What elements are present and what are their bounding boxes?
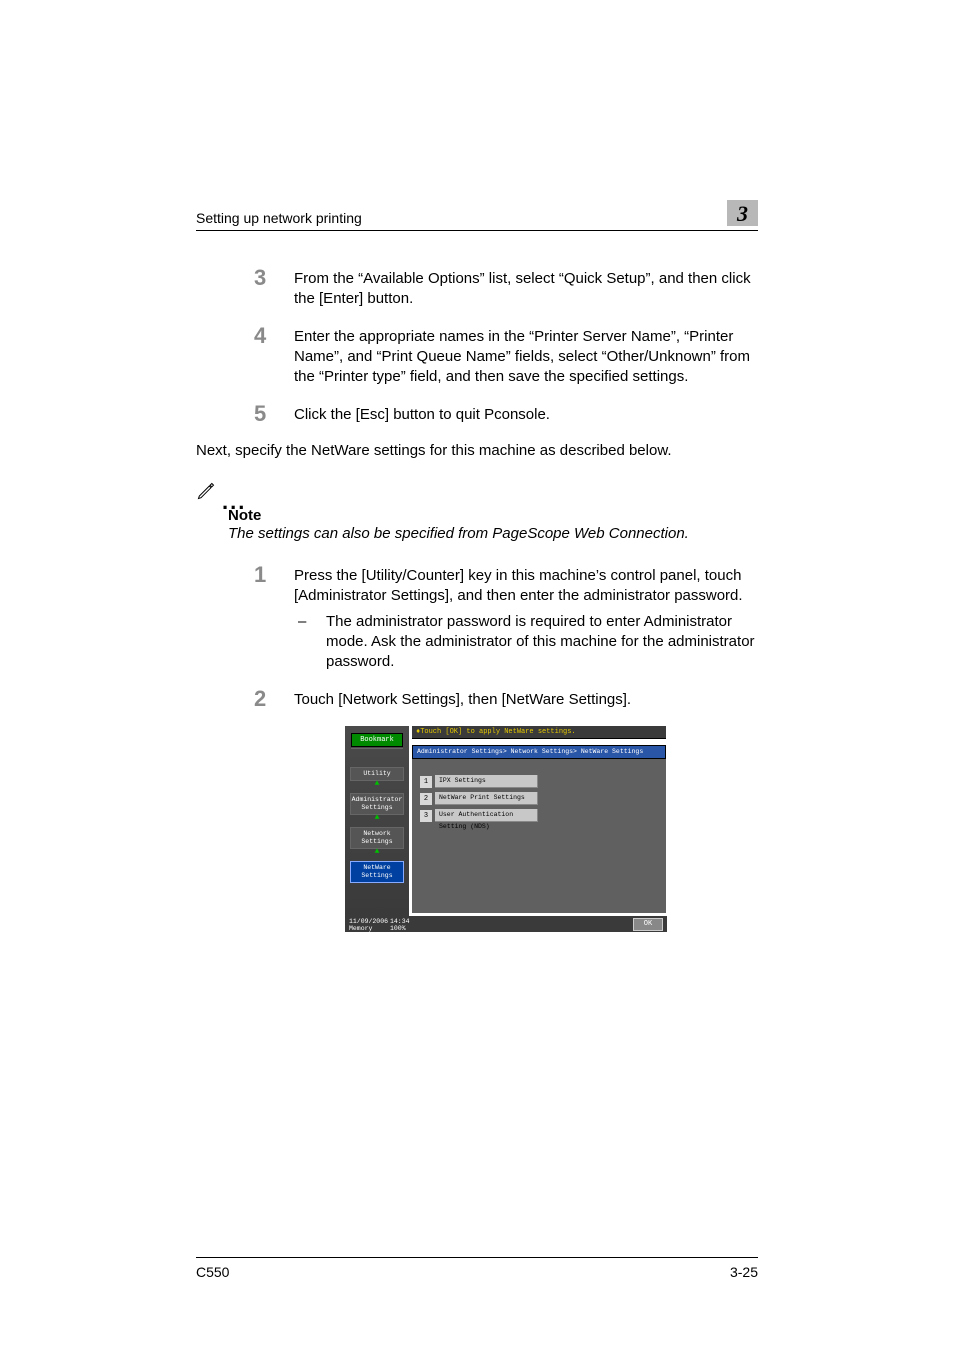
- step-text: Touch [Network Settings], then [NetWare …: [294, 688, 758, 710]
- step-2: 2 Touch [Network Settings], then [NetWar…: [254, 688, 758, 710]
- sidebar-item-network-settings[interactable]: Network Settings: [350, 827, 404, 849]
- bookmark-button[interactable]: Bookmark: [351, 733, 403, 747]
- chapter-number-badge: 3: [727, 200, 758, 226]
- footer-page-number: 3-25: [730, 1264, 758, 1280]
- sidebar-item-admin-settings[interactable]: Administrator Settings: [350, 793, 404, 815]
- step-3: 3 From the “Available Options” list, sel…: [254, 267, 758, 309]
- arrow-up-icon: ▲: [345, 849, 409, 855]
- step-4: 4 Enter the appropriate names in the “Pr…: [254, 325, 758, 387]
- status-time-memory: 14:34 100%: [390, 918, 410, 932]
- page-footer: C550 3-25: [196, 1257, 758, 1280]
- transition-paragraph: Next, specify the NetWare settings for t…: [196, 441, 758, 461]
- note-text: The settings can also be specified from …: [196, 524, 758, 544]
- page-header: Setting up network printing 3: [196, 200, 758, 231]
- menu-number: 2: [420, 793, 432, 805]
- pencil-icon: [196, 481, 216, 505]
- note-label: Note: [196, 507, 758, 524]
- menu-number: 1: [420, 776, 432, 788]
- step-number: 1: [254, 564, 294, 672]
- sidebar-item-netware-settings[interactable]: NetWare Settings: [350, 861, 404, 883]
- sub-step-text: The administrator password is required t…: [326, 612, 758, 672]
- section-title: Setting up network printing: [196, 210, 362, 226]
- dash-bullet: –: [294, 612, 326, 672]
- note-block: ... Note The settings can also be specif…: [196, 481, 758, 544]
- menu-number: 3: [420, 810, 432, 822]
- ipx-settings-button[interactable]: IPX Settings: [435, 775, 538, 788]
- status-date-time: 11/09/2006 Memory: [349, 918, 388, 932]
- screenshot-breadcrumb: Administrator Settings> Network Settings…: [412, 745, 666, 759]
- step-number: 4: [254, 325, 294, 387]
- netware-print-settings-button[interactable]: NetWare Print Settings: [435, 792, 538, 805]
- footer-model: C550: [196, 1264, 229, 1280]
- step-1: 1 Press the [Utility/Counter] key in thi…: [254, 564, 758, 672]
- step-text: Click the [Esc] button to quit Pconsole.: [294, 403, 758, 425]
- ok-button[interactable]: OK: [633, 918, 663, 931]
- device-screenshot: Bookmark Utility ▲ Administrator Setting…: [345, 726, 667, 932]
- step-number: 2: [254, 688, 294, 710]
- user-auth-nds-button[interactable]: User Authentication Setting (NDS): [435, 809, 538, 822]
- screenshot-main-panel: 1 IPX Settings 2 NetWare Print Settings …: [412, 759, 666, 913]
- step-text: Enter the appropriate names in the “Prin…: [294, 325, 758, 387]
- screenshot-status-bar: 11/09/2006 Memory 14:34 100% OK: [345, 916, 667, 932]
- step-text: Press the [Utility/Counter] key in this …: [294, 564, 758, 672]
- step-number: 5: [254, 403, 294, 425]
- arrow-up-icon: ▲: [345, 781, 409, 787]
- screenshot-hint-bar: ♦Touch [OK] to apply NetWare settings.: [412, 726, 666, 739]
- ellipsis-icon: ...: [222, 497, 246, 507]
- step-number: 3: [254, 267, 294, 309]
- screenshot-sidebar: Bookmark Utility ▲ Administrator Setting…: [345, 726, 409, 916]
- step-5: 5 Click the [Esc] button to quit Pconsol…: [254, 403, 758, 425]
- arrow-up-icon: ▲: [345, 815, 409, 821]
- step-text: From the “Available Options” list, selec…: [294, 267, 758, 309]
